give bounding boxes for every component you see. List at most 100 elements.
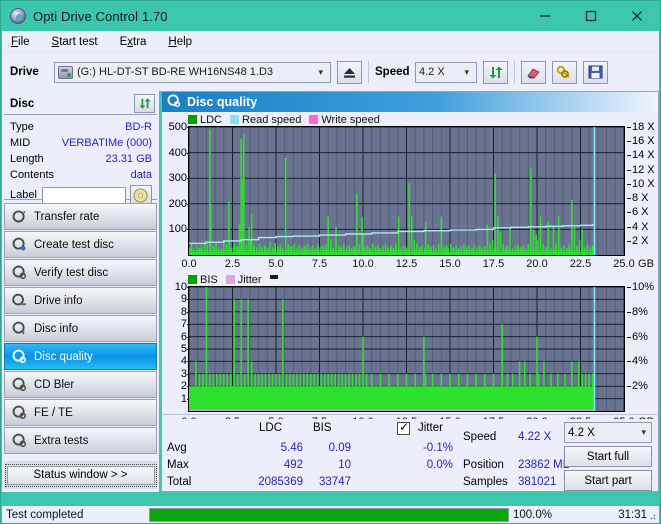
disc-label-apply-button[interactable] bbox=[129, 185, 152, 205]
menu-file[interactable]: File bbox=[11, 36, 30, 48]
y2-tick-mark bbox=[627, 183, 631, 185]
y-tick-label: 100 bbox=[168, 223, 187, 236]
stats-header-ldc: LDC bbox=[259, 422, 283, 434]
disc-fete-icon bbox=[12, 405, 27, 420]
sidebar-item-extra-tests[interactable]: Extra tests bbox=[4, 427, 157, 454]
disc-field-type: Type BD-R bbox=[10, 119, 152, 135]
x-tick-label: 12.5 bbox=[395, 258, 418, 270]
maximize-icon[interactable] bbox=[568, 1, 614, 31]
legend-swatch-jitter bbox=[225, 275, 235, 284]
close-icon[interactable] bbox=[614, 1, 660, 31]
save-button[interactable] bbox=[583, 60, 608, 84]
y2-tick-label: 10 X bbox=[632, 177, 655, 190]
ldc-x-axis: 0.0 2.5 5.0 7.5 10.0 12.5 15.0 17.5 20.0 22.5 25.0… bbox=[181, 258, 658, 272]
legend-label-bis: BIS bbox=[200, 273, 218, 286]
stats-position-label: Position bbox=[463, 459, 504, 471]
sidebar-item-transfer-rate[interactable]: Transfer rate bbox=[4, 203, 157, 230]
disc-check-icon bbox=[12, 265, 27, 280]
stats-bis-total: 33747 bbox=[319, 476, 351, 488]
stats-row-avg: Avg bbox=[167, 442, 187, 454]
minimize-icon[interactable] bbox=[522, 1, 568, 31]
sidebar-item-label: CD Bler bbox=[34, 378, 75, 391]
keys-button[interactable] bbox=[552, 60, 577, 84]
y2-tick-label: 12 X bbox=[632, 163, 655, 176]
refresh-button[interactable] bbox=[483, 60, 508, 84]
erase-button[interactable] bbox=[521, 60, 546, 84]
disc-label-key: Label bbox=[10, 189, 37, 201]
menu-extra[interactable]: Extra bbox=[120, 36, 147, 48]
x-tick-label: 2.5 bbox=[224, 258, 241, 270]
ldc-y-axis-right: 2 X4 X6 X8 X 10 X 12 X 14 X 16 X 18 X bbox=[627, 121, 661, 258]
test-speed-select[interactable]: 4.2 X ▾ bbox=[564, 422, 652, 443]
sidebar-item-label: Verify test disc bbox=[34, 266, 109, 279]
stats-speed-label: Speed bbox=[463, 431, 497, 443]
drive-icon bbox=[58, 65, 73, 79]
speed-select[interactable]: 4.2 X ▾ bbox=[415, 61, 477, 83]
sidebar-item-verify-test-disc[interactable]: Verify test disc bbox=[4, 259, 157, 286]
y2-tick-mark bbox=[627, 361, 631, 363]
bis-y-axis-left: 1 2 3 4 5 6 7 8 9 10 bbox=[162, 281, 191, 416]
y2-tick-mark bbox=[627, 240, 631, 242]
disc-refresh-button[interactable] bbox=[134, 94, 155, 113]
ldc-plot-area bbox=[188, 126, 625, 256]
disc-bler-icon bbox=[12, 377, 27, 392]
stats-ldc-avg: 5.46 bbox=[280, 442, 303, 454]
menu-help[interactable]: Help bbox=[168, 36, 192, 48]
y2-tick-label: 4 X bbox=[632, 220, 649, 233]
y2-tick-mark bbox=[627, 141, 631, 143]
drive-label: Drive bbox=[10, 66, 39, 78]
resize-grip[interactable] bbox=[647, 511, 656, 520]
sidebar-item-label: Extra tests bbox=[34, 434, 89, 447]
disc-label-input[interactable] bbox=[41, 186, 126, 204]
disc-field-contents: Contents data bbox=[10, 167, 152, 183]
ldc-y-axis-left: 100 200 300 400 500 bbox=[162, 121, 191, 258]
legend-swatch-ldc bbox=[188, 115, 197, 124]
x-tick-label: 5.0 bbox=[268, 258, 284, 270]
start-full-button[interactable]: Start full bbox=[564, 446, 652, 467]
legend-swatch-write-speed bbox=[309, 115, 319, 124]
disc-write-icon bbox=[12, 237, 27, 252]
y2-tick-label: 8 X bbox=[632, 192, 649, 205]
y2-tick-label: 18 X bbox=[632, 121, 655, 133]
y-tick-label: 300 bbox=[168, 172, 187, 185]
sidebar-item-create-test-disc[interactable]: Create test disc bbox=[4, 231, 157, 258]
sidebar-item-drive-info[interactable]: Drive info bbox=[4, 287, 157, 314]
stats-row-total: Total bbox=[167, 476, 192, 488]
panel-header: Disc quality bbox=[162, 92, 658, 112]
sidebar-item-label: Create test disc bbox=[34, 238, 114, 251]
app-window: Opti Drive Control 1.70 File Start test … bbox=[0, 0, 661, 524]
stats-ldc-max: 492 bbox=[283, 459, 303, 471]
y2-tick-label: 16 X bbox=[632, 135, 655, 148]
disc-extra-icon bbox=[12, 433, 27, 448]
disc-info-icon bbox=[12, 321, 27, 336]
y-tick-label: 200 bbox=[168, 197, 187, 210]
sidebar-item-disc-info[interactable]: Disc info bbox=[4, 315, 157, 342]
menu-start-test[interactable]: Start test bbox=[52, 36, 98, 48]
drive-select-value: (G:) HL-DT-ST BD-RE WH16NS48 1.D3 bbox=[77, 66, 274, 78]
toolbar-divider-1 bbox=[368, 61, 369, 83]
y2-tick-label: 8% bbox=[632, 305, 648, 318]
status-window-button[interactable]: Status window > > bbox=[4, 463, 157, 487]
y2-tick-label: 10% bbox=[632, 281, 655, 293]
disc-section-header: Disc bbox=[4, 93, 157, 115]
chevron-down-icon: ▾ bbox=[318, 66, 323, 77]
y2-tick-label: 6 X bbox=[632, 206, 649, 219]
eject-button[interactable] bbox=[337, 60, 362, 84]
jitter-checkbox[interactable] bbox=[397, 420, 410, 435]
jitter-marker-icon bbox=[269, 275, 278, 279]
start-part-button[interactable]: Start part bbox=[564, 470, 652, 491]
disc-label-row: Label bbox=[10, 185, 152, 205]
x-tick-label: 7.5 bbox=[311, 258, 328, 270]
drive-select[interactable]: (G:) HL-DT-ST BD-RE WH16NS48 1.D3 ▾ bbox=[54, 61, 331, 83]
sidebar-item-label: Disc info bbox=[34, 322, 79, 335]
sidebar-item-fe-te[interactable]: FE / TE bbox=[4, 399, 157, 426]
legend-label-write-speed: Write speed bbox=[321, 113, 380, 126]
y2-tick-mark bbox=[627, 287, 631, 288]
stats-row-max: Max bbox=[167, 459, 189, 471]
sidebar-item-disc-quality[interactable]: Disc quality bbox=[4, 343, 157, 370]
drive-info-icon bbox=[12, 293, 27, 308]
y-tick-label: 500 bbox=[168, 121, 187, 133]
sidebar-item-cd-bler[interactable]: CD Bler bbox=[4, 371, 157, 398]
window-title: Opti Drive Control 1.70 bbox=[33, 8, 168, 24]
disc-field-length-key: Length bbox=[10, 153, 44, 165]
